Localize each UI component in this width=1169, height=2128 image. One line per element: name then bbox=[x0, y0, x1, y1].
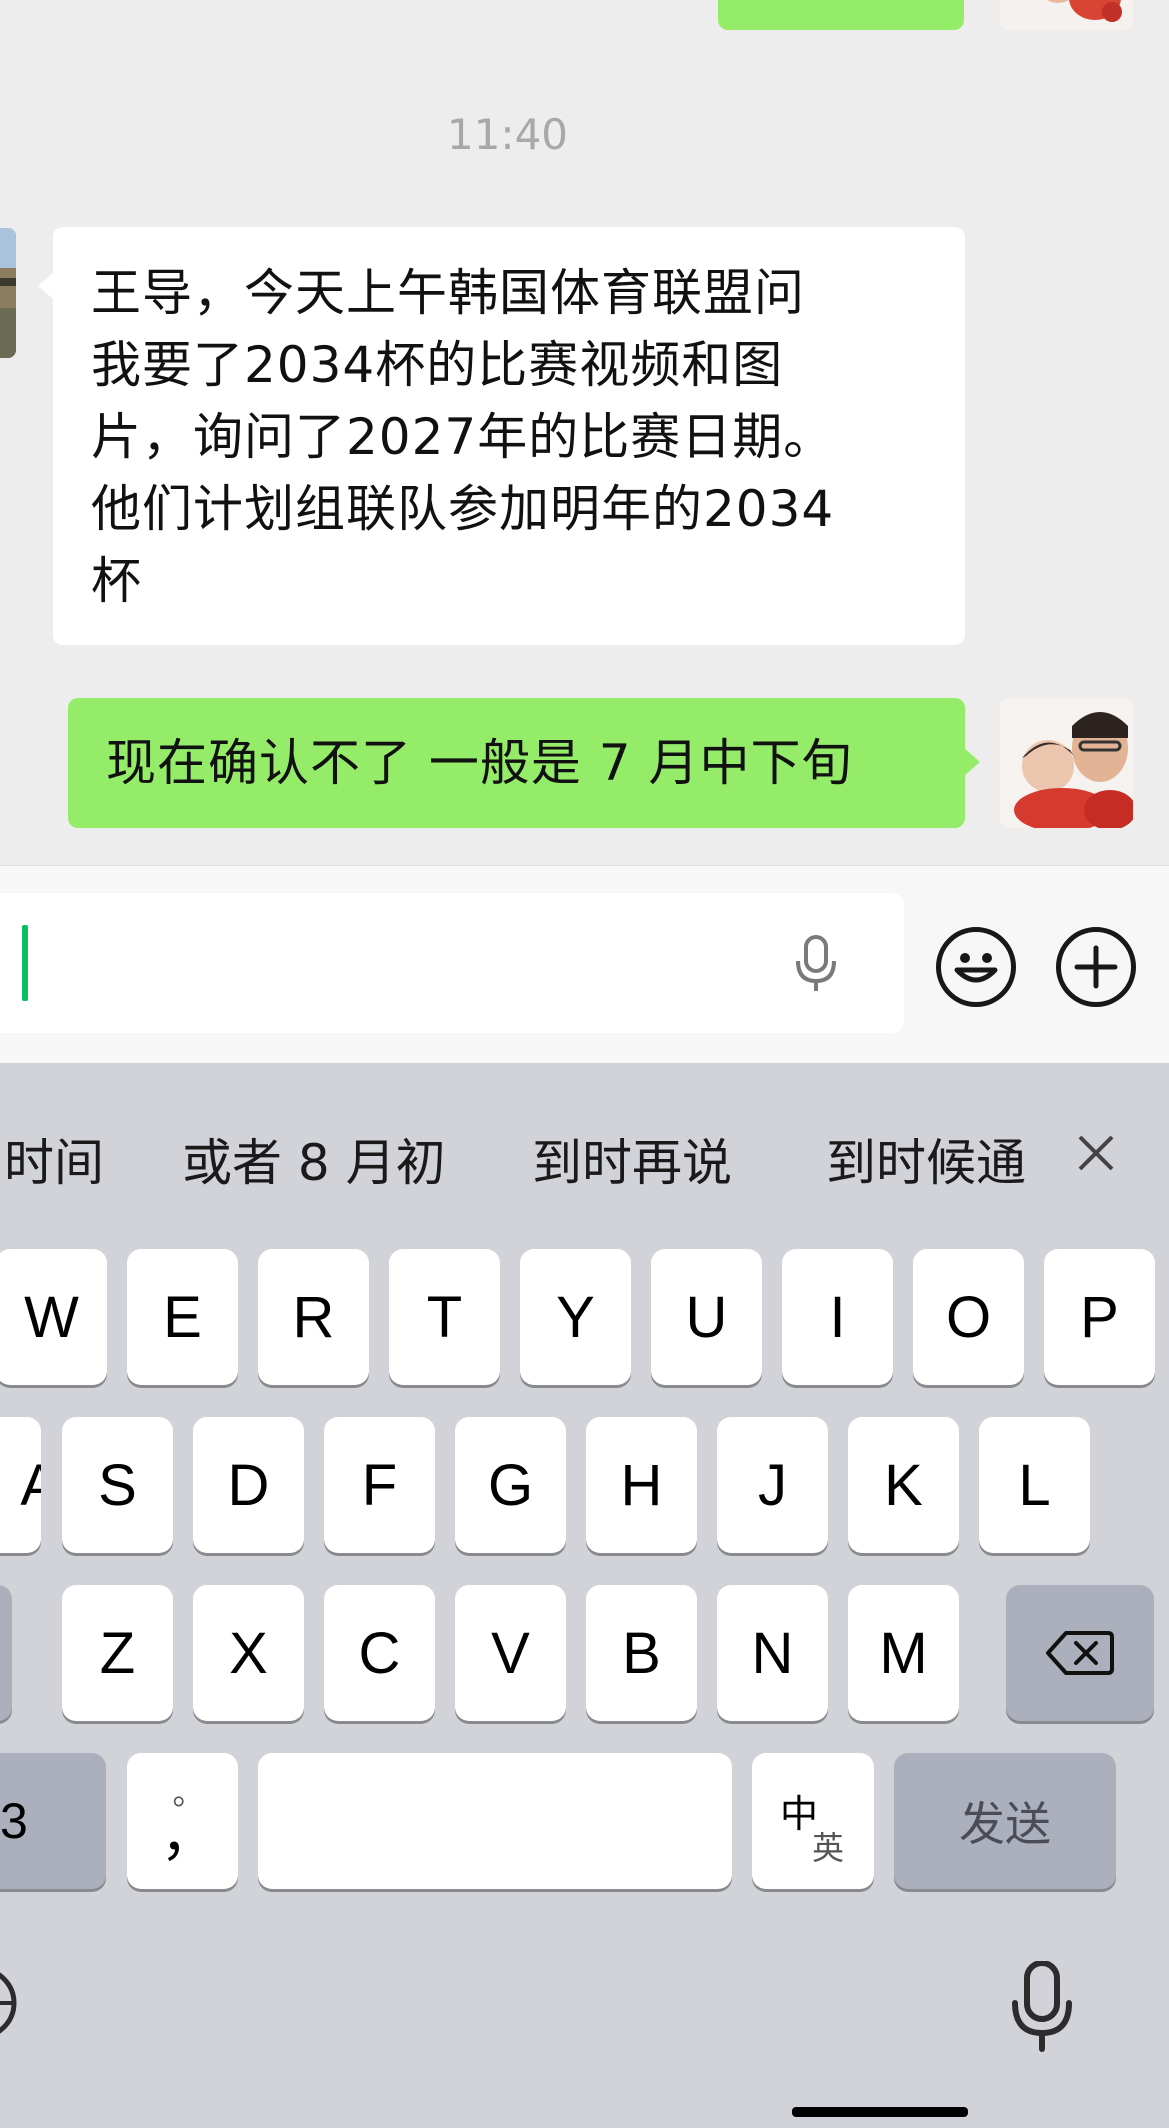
message-input[interactable] bbox=[0, 893, 904, 1033]
incoming-message-line: 他们计划组联队参加明年的2034 bbox=[91, 480, 835, 538]
incoming-message-bubble[interactable]: 王导，今天上午韩国体育联盟问 我要了2034杯的比赛视频和图 片，询问了2027… bbox=[53, 227, 965, 645]
key-o[interactable]: O bbox=[913, 1249, 1024, 1385]
candidate-word[interactable]: 时间 bbox=[4, 1123, 104, 1195]
key-u[interactable]: U bbox=[651, 1249, 762, 1385]
plus-icon[interactable] bbox=[1056, 927, 1136, 1007]
incoming-message-line: 我要了2034杯的比赛视频和图 bbox=[91, 336, 784, 394]
key-a-label: A bbox=[20, 1452, 41, 1518]
key-b[interactable]: B bbox=[586, 1585, 697, 1721]
emoji-icon[interactable] bbox=[936, 927, 1016, 1007]
numbers-key[interactable]: 3 bbox=[0, 1753, 106, 1889]
chat-area: 11:40 王导，今天上午韩国体育联盟问 我要了2034杯的比赛视频和图 片，询… bbox=[0, 0, 1169, 865]
outgoing-message-text: 现在确认不了 一般是 7 月中下旬 bbox=[106, 734, 853, 792]
language-switch-key[interactable]: 中 英 bbox=[752, 1753, 874, 1889]
key-c[interactable]: C bbox=[324, 1585, 435, 1721]
numbers-key-label: 3 bbox=[0, 1793, 28, 1849]
key-f[interactable]: F bbox=[324, 1417, 435, 1553]
candidate-clip: 到时候通 bbox=[826, 1113, 1026, 1193]
message-timestamp: 11:40 bbox=[446, 110, 569, 159]
key-t[interactable]: T bbox=[389, 1249, 500, 1385]
key-x[interactable]: X bbox=[193, 1585, 304, 1721]
incoming-message-line: 片，询问了2027年的比赛日期。 bbox=[91, 408, 835, 466]
incoming-bubble-tail bbox=[38, 272, 54, 300]
incoming-message-line: 王导，今天上午韩国体育联盟问 bbox=[91, 264, 805, 322]
key-g[interactable]: G bbox=[455, 1417, 566, 1553]
language-key-sub: 英 bbox=[812, 1829, 845, 1867]
my-avatar[interactable] bbox=[1000, 698, 1133, 828]
key-v[interactable]: V bbox=[455, 1585, 566, 1721]
space-key[interactable] bbox=[258, 1753, 732, 1889]
send-key-label: 发送 bbox=[959, 1797, 1051, 1851]
text-caret bbox=[22, 925, 28, 1001]
key-i[interactable]: I bbox=[782, 1249, 893, 1385]
outgoing-message-bubble[interactable]: 现在确认不了 一般是 7 月中下旬 bbox=[68, 698, 965, 828]
key-n[interactable]: N bbox=[717, 1585, 828, 1721]
outgoing-bubble-tail bbox=[964, 748, 980, 776]
candidate-word[interactable]: 到时候通 bbox=[826, 1123, 1026, 1193]
my-avatar-previous[interactable] bbox=[1000, 0, 1133, 30]
key-d[interactable]: D bbox=[193, 1417, 304, 1553]
shift-key[interactable] bbox=[0, 1585, 12, 1721]
home-indicator bbox=[792, 2107, 968, 2117]
backspace-key[interactable] bbox=[1006, 1585, 1154, 1721]
globe-icon[interactable] bbox=[0, 1968, 20, 2038]
close-candidates-icon[interactable] bbox=[1076, 1133, 1116, 1173]
key-a[interactable]: A bbox=[0, 1417, 41, 1553]
key-h[interactable]: H bbox=[586, 1417, 697, 1553]
key-y[interactable]: Y bbox=[520, 1249, 631, 1385]
key-s[interactable]: S bbox=[62, 1417, 173, 1553]
message-input-bar bbox=[0, 865, 1169, 1064]
key-r[interactable]: R bbox=[258, 1249, 369, 1385]
candidate-word[interactable]: 或者 8 月初 bbox=[182, 1123, 446, 1195]
key-j[interactable]: J bbox=[717, 1417, 828, 1553]
key-m[interactable]: M bbox=[848, 1585, 959, 1721]
key-e[interactable]: E bbox=[127, 1249, 238, 1385]
punctuation-key-bottom: ， bbox=[160, 1804, 217, 1867]
key-p[interactable]: P bbox=[1044, 1249, 1155, 1385]
key-z[interactable]: Z bbox=[62, 1585, 173, 1721]
key-k[interactable]: K bbox=[848, 1417, 959, 1553]
contact-avatar[interactable] bbox=[0, 228, 16, 358]
incoming-message-line: 杯 bbox=[91, 552, 142, 610]
key-l[interactable]: L bbox=[979, 1417, 1090, 1553]
backspace-icon bbox=[1046, 1631, 1114, 1675]
candidate-word[interactable]: 到时再说 bbox=[532, 1123, 732, 1195]
dictation-microphone-icon[interactable] bbox=[1010, 1960, 1074, 2055]
punctuation-key[interactable]: 。 ， bbox=[127, 1753, 238, 1889]
microphone-icon[interactable] bbox=[792, 935, 840, 995]
previous-message-bubble[interactable] bbox=[718, 0, 964, 30]
key-w[interactable]: W bbox=[0, 1249, 107, 1385]
keyboard: 时间 或者 8 月初 到时再说 到时候通 W E R T Y U I O P A… bbox=[0, 1063, 1169, 2128]
send-key[interactable]: 发送 bbox=[894, 1753, 1116, 1889]
